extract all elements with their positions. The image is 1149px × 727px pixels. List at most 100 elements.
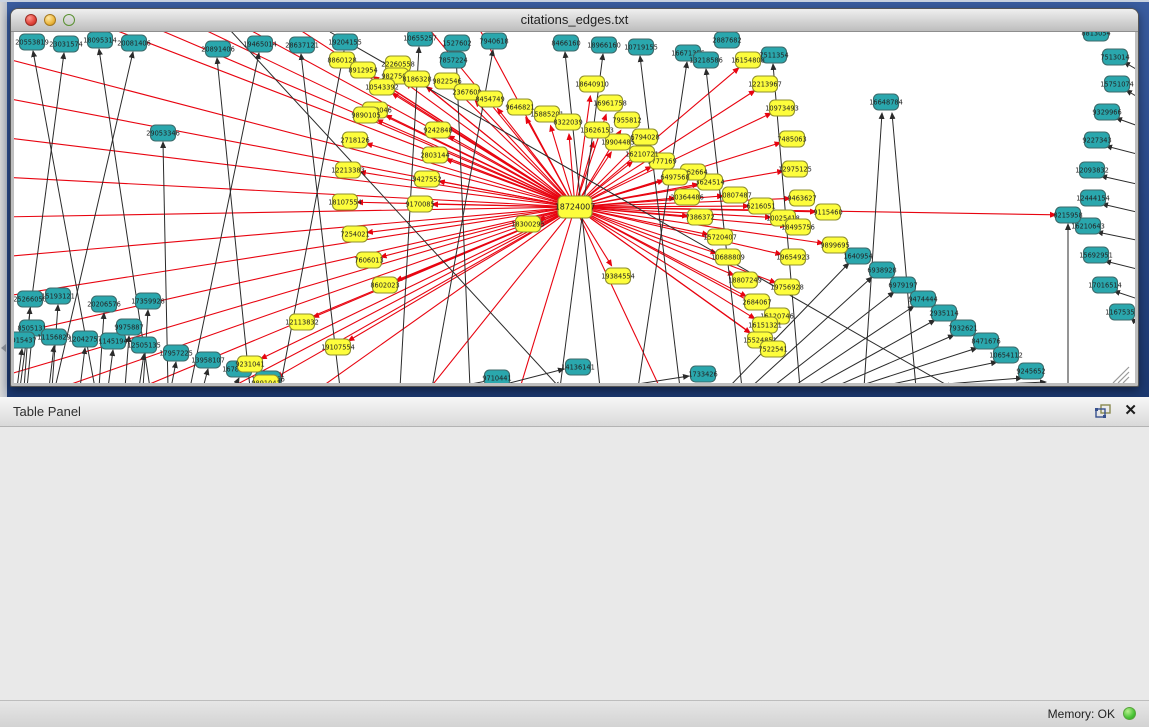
graph-node[interactable]: 9891042	[251, 375, 280, 383]
black-edge[interactable]	[400, 47, 419, 383]
red-edge[interactable]	[14, 207, 575, 217]
graph-node[interactable]: 19384554	[601, 268, 635, 284]
red-edge[interactable]	[14, 57, 575, 207]
black-edge[interactable]	[203, 369, 208, 383]
graph-node[interactable]: 9890105	[351, 107, 380, 123]
graph-node[interactable]: 10543392	[365, 79, 399, 95]
graph-node[interactable]: 16151321	[748, 317, 782, 333]
black-edge[interactable]	[706, 69, 742, 383]
graph-node[interactable]: 12975125	[778, 161, 812, 177]
graph-node[interactable]: 17016514	[1088, 277, 1122, 293]
graph-node[interactable]: 8454749	[475, 91, 504, 107]
black-edge[interactable]	[1105, 261, 1135, 270]
black-edge[interactable]	[832, 335, 954, 383]
graph-node[interactable]: 10807487	[718, 187, 752, 203]
graph-node[interactable]: 16648784	[869, 94, 903, 110]
graph-node[interactable]: 19465014	[243, 36, 277, 52]
graph-node[interactable]: 20553819	[15, 34, 49, 50]
graph-node[interactable]: 16961758	[593, 95, 627, 111]
graph-node[interactable]: 20891406	[201, 41, 235, 57]
black-edge[interactable]	[217, 58, 250, 383]
graph-node[interactable]: 18095314	[83, 32, 117, 48]
graph-node[interactable]: 13218586	[689, 52, 723, 68]
graph-node[interactable]: 12213967	[748, 76, 782, 92]
graph-node[interactable]: 13958107	[191, 352, 225, 368]
graph-node[interactable]: 19204155	[328, 34, 362, 50]
graph-node[interactable]: 9899695	[820, 237, 849, 253]
graph-node[interactable]: 8602023	[370, 277, 399, 293]
black-edge[interactable]	[612, 376, 689, 383]
red-edge[interactable]	[230, 207, 575, 383]
red-edge[interactable]	[14, 137, 575, 207]
graph-node[interactable]: 7513014	[1100, 49, 1129, 65]
graph-node[interactable]: 19654923	[776, 249, 810, 265]
network-view-canvas[interactable]: 20553819230315741809531420081406 20891406…	[14, 32, 1135, 383]
graph-node[interactable]: 7485063	[777, 131, 806, 147]
black-edge[interactable]	[1114, 291, 1135, 300]
black-edge[interactable]	[108, 350, 113, 383]
graph-node[interactable]: 8813054	[1081, 32, 1110, 41]
graph-node[interactable]: 20081406	[117, 35, 151, 51]
graph-node[interactable]: 9975887	[114, 319, 143, 335]
graph-node[interactable]: 15751074	[1100, 76, 1134, 92]
graph-node[interactable]: 10654112	[989, 347, 1023, 363]
graph-node[interactable]: 7932621	[948, 320, 977, 336]
graph-node[interactable]: 9227343	[1082, 132, 1111, 148]
graph-node[interactable]: 18107554	[328, 194, 362, 210]
black-edge[interactable]	[1102, 204, 1135, 213]
graph-node[interactable]: 8471676	[971, 333, 1000, 349]
float-panel-icon[interactable]	[1095, 404, 1112, 419]
graph-node[interactable]: 8186328	[402, 71, 431, 87]
graph-node[interactable]: 2684067	[742, 294, 771, 310]
canvas-resize-grip[interactable]	[1113, 367, 1129, 383]
graph-node[interactable]: 7955812	[612, 112, 641, 128]
graph-node[interactable]: 9170085	[405, 196, 434, 212]
graph-node[interactable]: 10973493	[765, 100, 799, 116]
graph-node[interactable]: 16154808	[731, 52, 765, 68]
black-edge[interactable]	[892, 113, 916, 383]
graph-node[interactable]: 18724007	[555, 196, 596, 218]
graph-node[interactable]: 9463627	[787, 190, 816, 206]
graph-node[interactable]: 1733426	[688, 366, 717, 382]
graph-node[interactable]: 9474444	[908, 291, 937, 307]
graph-node[interactable]: 20364486	[670, 189, 704, 205]
graph-node[interactable]: 12042757	[68, 331, 102, 347]
network-window-titlebar[interactable]: citations_edges.txt	[11, 9, 1138, 32]
graph-node[interactable]: 2887682	[712, 32, 741, 48]
graph-node[interactable]: 11675351	[1105, 304, 1135, 320]
graph-node[interactable]: 10688809	[711, 249, 745, 265]
graph-node[interactable]: 12093832	[1075, 162, 1109, 178]
red-edge[interactable]	[575, 207, 781, 254]
graph-node[interactable]: 10719155	[624, 39, 658, 55]
graph-node[interactable]: 8912954	[348, 62, 377, 78]
graph-node[interactable]: 10655257	[403, 32, 437, 46]
graph-node[interactable]: 9115460	[813, 204, 842, 220]
network-window[interactable]: citations_edges.txt 20553819230315741809…	[10, 8, 1139, 387]
graph-node[interactable]: 15720407	[703, 229, 737, 245]
graph-node[interactable]: 19756928	[770, 279, 804, 295]
black-edge[interactable]	[1116, 118, 1135, 127]
graph-node[interactable]: 12113832	[285, 314, 319, 330]
black-edge[interactable]	[171, 362, 176, 383]
graph-node[interactable]: 13626153	[580, 122, 614, 138]
graph-node[interactable]: 18495756	[781, 219, 815, 235]
graph-node[interactable]: 12444154	[1076, 190, 1110, 206]
graph-node[interactable]: 3915437	[14, 332, 37, 348]
graph-node[interactable]: 7606013	[354, 252, 383, 268]
black-edge[interactable]	[895, 378, 1022, 383]
graph-node[interactable]: 17359928	[131, 293, 165, 309]
black-edge[interactable]	[873, 362, 997, 383]
graph-node[interactable]: 8466160	[551, 35, 580, 51]
red-edge[interactable]	[575, 96, 590, 207]
graph-node[interactable]: 8322039	[553, 114, 582, 130]
graph-node[interactable]: 23031574	[49, 36, 83, 52]
black-edge[interactable]	[1101, 176, 1135, 185]
graph-node[interactable]: 7522541	[758, 341, 787, 357]
graph-node[interactable]: 7940618	[479, 33, 508, 49]
graph-node[interactable]: 8215958	[1053, 207, 1082, 223]
graph-node[interactable]: 9231041	[235, 356, 264, 372]
graph-node[interactable]: 18300295	[511, 216, 545, 232]
panel-collapse-arrow-icon[interactable]	[1, 344, 6, 352]
graph-node[interactable]: 12505135	[127, 337, 161, 353]
graph-node[interactable]: 12213383	[331, 162, 365, 178]
